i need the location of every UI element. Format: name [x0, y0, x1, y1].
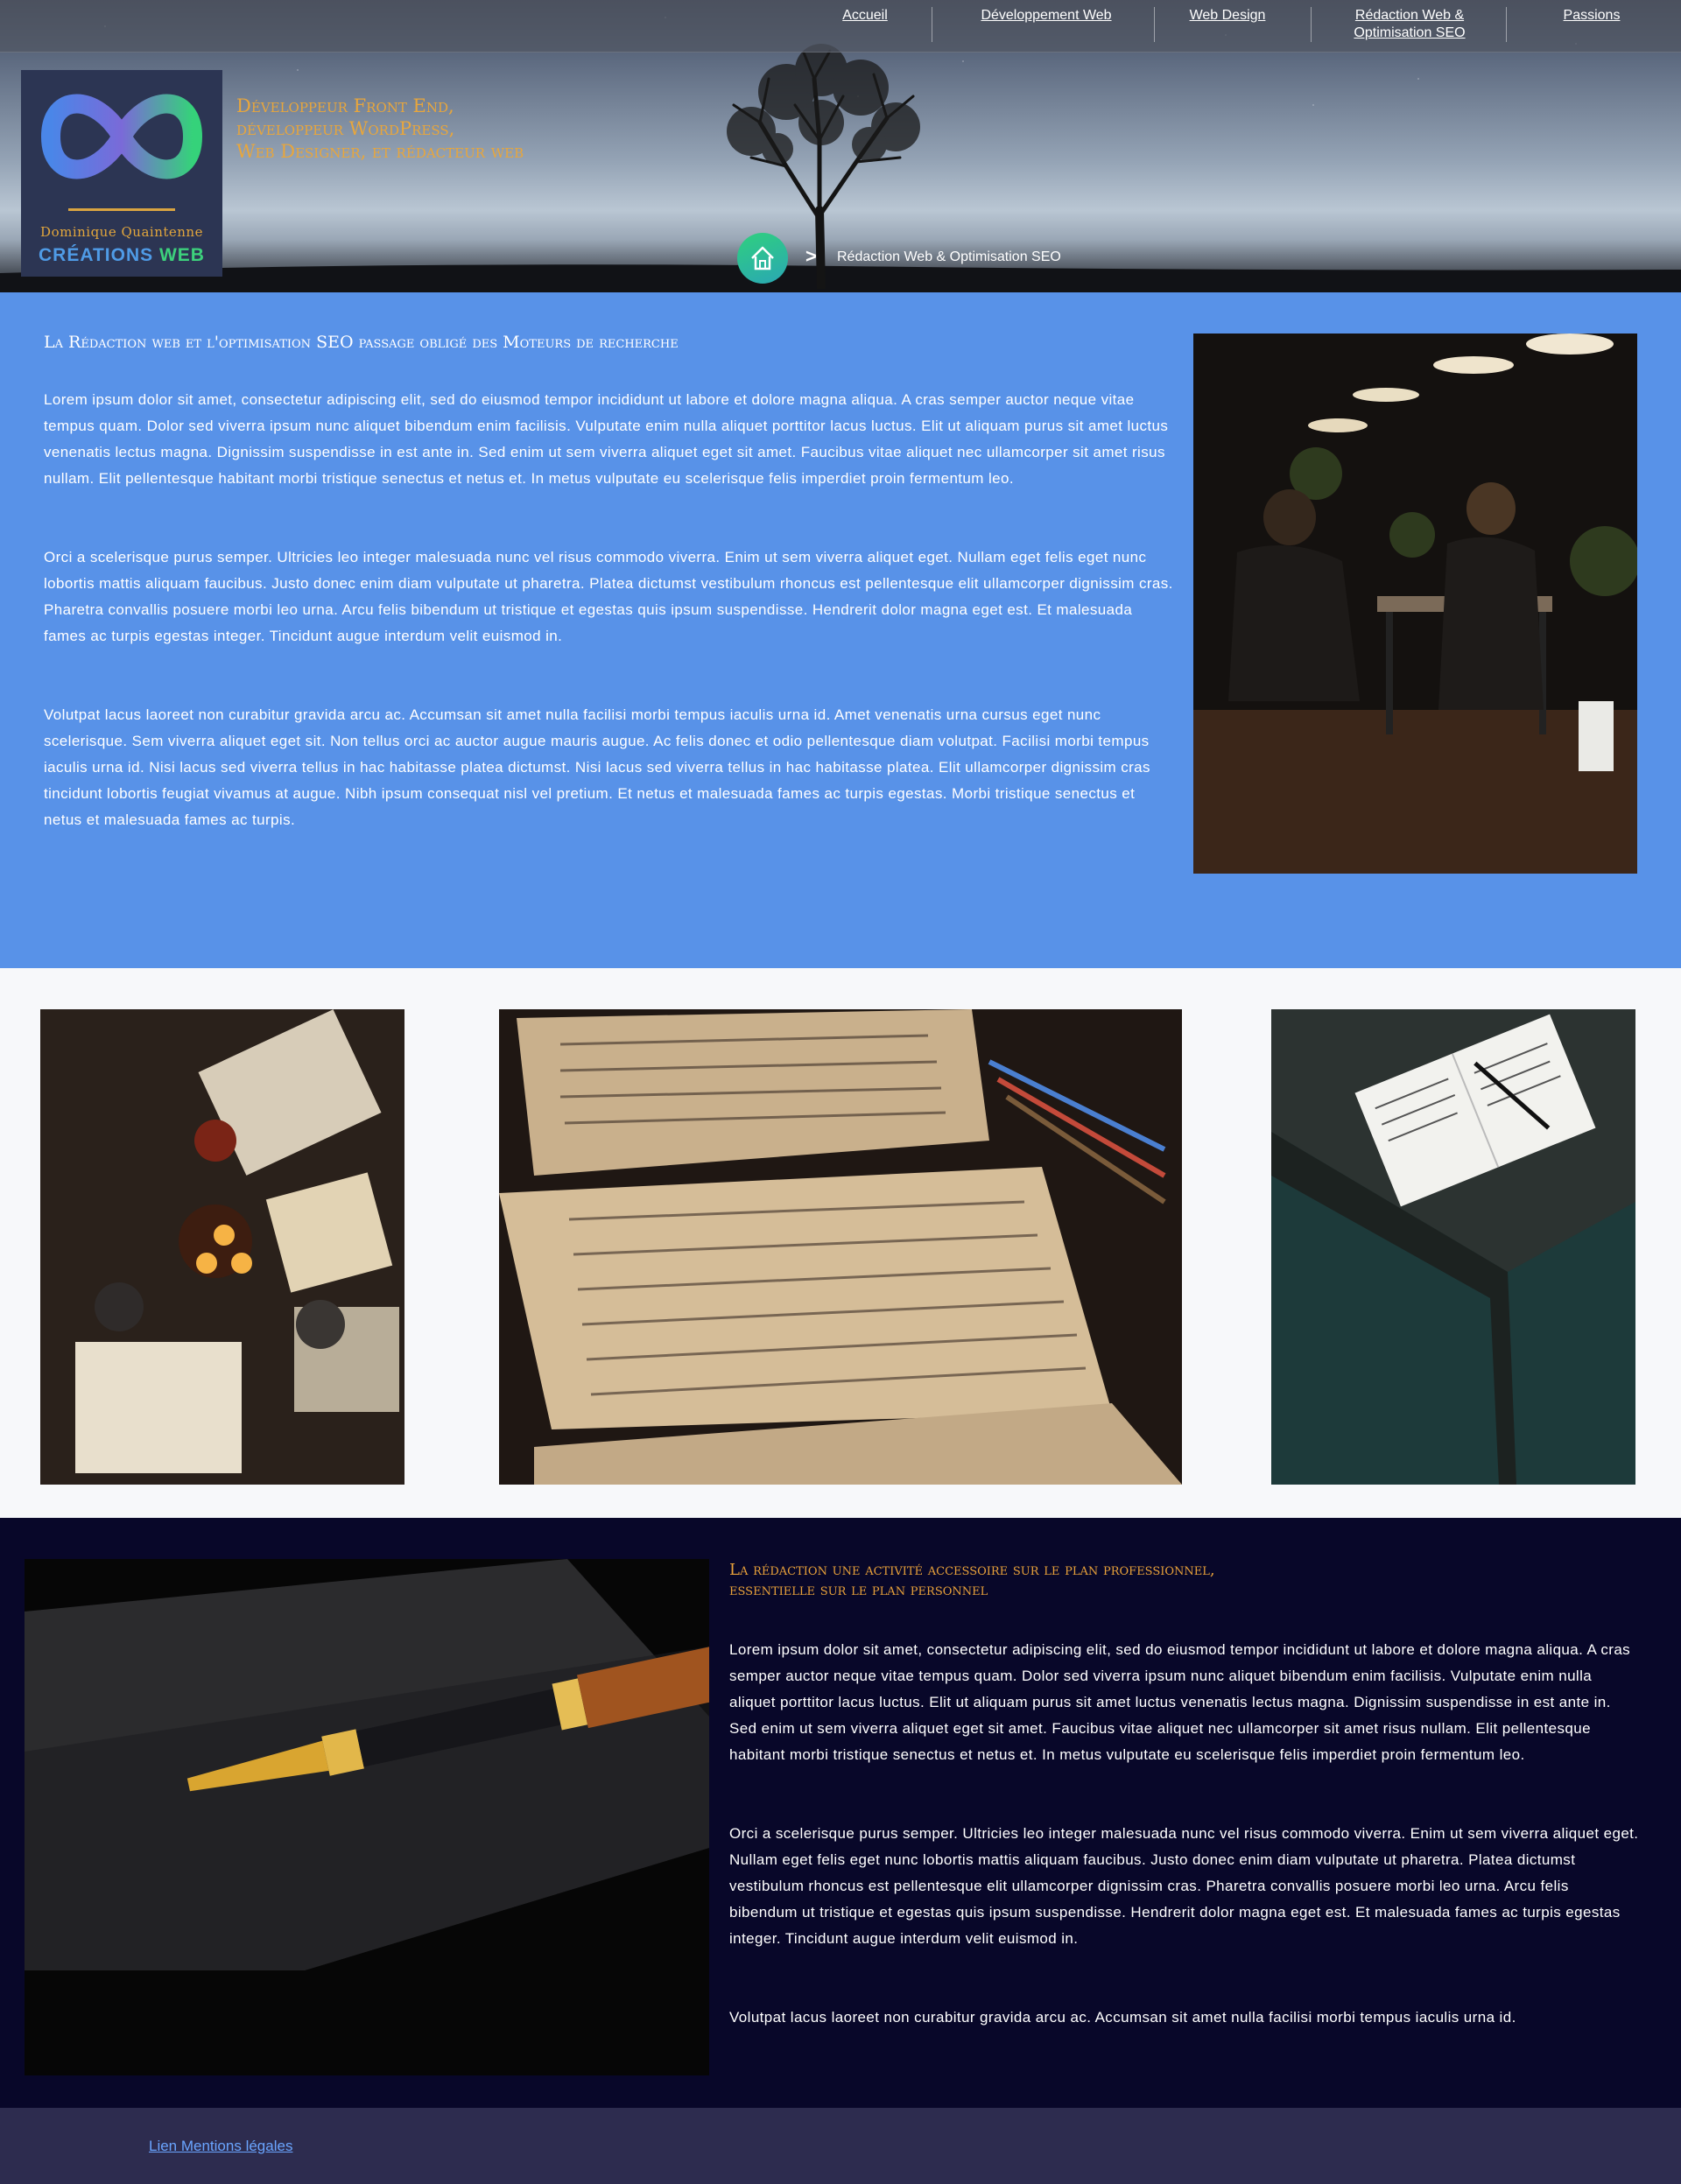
seo-paragraph-1: Lorem ipsum dolor sit amet, consectetur … — [44, 391, 1169, 487]
infinity-logo-icon — [40, 94, 203, 179]
gallery-photo-handwritten-letters — [499, 1009, 1182, 1485]
personal-paragraph-1: Lorem ipsum dolor sit amet, consectetur … — [729, 1641, 1631, 1763]
gallery-photo-desk-candles — [40, 1009, 404, 1485]
site-header: Accueil Développement Web Web Design Réd… — [0, 0, 1681, 292]
personal-paragraph-3: Volutpat lacus laoreet non curabitur gra… — [729, 2009, 1516, 2026]
tagline-line3: Web Designer, et rédacteur web — [236, 141, 524, 162]
logo-brand: CRÉATIONS WEB — [21, 245, 222, 266]
personal-title-line2: essentielle sur le plan personnel — [729, 1581, 988, 1599]
seo-paragraph-3: Volutpat lacus laoreet non curabitur gra… — [44, 706, 1150, 828]
personal-paragraph-2: Orci a scelerisque purus semper. Ultrici… — [729, 1825, 1639, 1947]
nav-separator — [1311, 7, 1312, 42]
nav-link-redaction-web[interactable]: Rédaction Web & Optimisation SEO — [1331, 7, 1488, 42]
fountain-pen-photo — [25, 1559, 709, 2075]
site-logo[interactable]: Dominique Quaintenne CRÉATIONS WEB — [21, 70, 222, 277]
image-gallery — [0, 968, 1681, 1518]
seo-writing-section: La Rédaction web et l'optimisation SEO p… — [0, 292, 1681, 968]
personal-section-title: La rédaction une activité accessoire sur… — [729, 1560, 1649, 1600]
nav-link-redaction-line2: Optimisation SEO — [1354, 25, 1466, 40]
nav-separator — [1506, 7, 1507, 42]
home-icon — [751, 246, 774, 270]
logo-brand-word1: CRÉATIONS — [39, 245, 154, 265]
seo-section-title: La Rédaction web et l'optimisation SEO p… — [44, 333, 679, 352]
site-footer: Lien Mentions légales — [0, 2108, 1681, 2184]
nav-link-passions[interactable]: Passions — [1550, 7, 1634, 25]
header-tagline: Développeur Front End, développeur WordP… — [236, 95, 524, 163]
top-navigation: Accueil Développement Web Web Design Réd… — [0, 0, 1681, 53]
tagline-line2: développeur WordPress, — [236, 118, 455, 139]
people-writing-photo — [1193, 334, 1637, 874]
seo-paragraph-2: Orci a scelerisque purus semper. Ultrici… — [44, 549, 1173, 644]
personal-title-line1: La rédaction une activité accessoire sur… — [729, 1561, 1215, 1579]
logo-brand-word2: WEB — [158, 245, 205, 265]
breadcrumb-home-button[interactable] — [737, 233, 788, 284]
logo-owner-name: Dominique Quaintenne — [40, 224, 203, 240]
legal-notice-link[interactable]: Lien Mentions légales — [149, 2138, 292, 2155]
nav-link-developpement-web[interactable]: Développement Web — [963, 7, 1129, 25]
nav-link-web-design[interactable]: Web Design — [1173, 7, 1282, 25]
personal-writing-section: La rédaction une activité accessoire sur… — [0, 1518, 1681, 2108]
breadcrumb-separator: > — [805, 245, 817, 267]
gallery-photo-notebook-table — [1271, 1009, 1635, 1485]
nav-link-accueil[interactable]: Accueil — [832, 7, 898, 25]
nav-separator — [1154, 7, 1155, 42]
tagline-line1: Développeur Front End, — [236, 95, 454, 116]
logo-divider — [68, 208, 175, 211]
nav-link-redaction-line1: Rédaction Web & — [1354, 8, 1465, 23]
breadcrumb-current-page: Rédaction Web & Optimisation SEO — [837, 249, 1061, 264]
